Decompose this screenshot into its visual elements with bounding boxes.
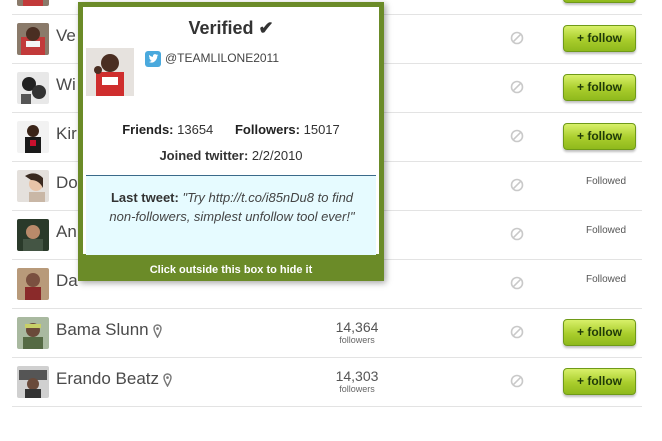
followed-status: Followed [586,176,627,187]
avatar[interactable] [17,0,49,6]
avatar[interactable] [17,268,49,300]
popup-avatar [86,48,134,96]
follow-button[interactable]: + follow [563,123,636,150]
user-name[interactable]: Ve [56,26,76,46]
user-name-text[interactable]: Erando Beatz [56,369,159,388]
follow-button[interactable]: + follow [563,319,636,346]
list-item: Bama Slunn 14,364 followers + follow [12,308,642,358]
follower-count: 14,303 followers [312,368,402,395]
list-item: Erando Beatz 14,303 followers + follow [12,357,642,407]
user-name[interactable]: Bama Slunn [56,320,162,340]
block-icon[interactable] [510,374,524,388]
twitter-icon [145,51,161,67]
follow-button[interactable]: + follow [563,368,636,395]
avatar[interactable] [17,72,49,104]
follower-count-label: followers [339,384,375,394]
block-icon[interactable] [510,80,524,94]
follower-count-value: 14,303 [335,368,379,384]
avatar[interactable] [17,219,49,251]
block-icon[interactable] [510,31,524,45]
location-pin-icon [163,372,172,387]
user-stats: Friends: 13654 Followers: 15017 [83,122,379,137]
user-name[interactable]: Da [56,271,78,291]
friends-label: Friends: [122,122,174,137]
block-icon[interactable] [510,227,524,241]
follow-button[interactable]: + follow [563,74,636,101]
last-tweet: Last tweet: "Try http://t.co/i85nDu8 to … [104,188,360,226]
follower-count: 14,364 followers [312,319,402,346]
user-name[interactable]: Wi [56,75,76,95]
follower-count-value: 14,364 [335,319,379,335]
twitter-handle[interactable]: @TEAMLILONE2011 [165,51,279,65]
user-name-text[interactable]: Bama Slunn [56,320,149,339]
follow-button[interactable]: + follow [563,25,636,52]
joined-value: 2/2/2010 [251,148,303,163]
avatar[interactable] [17,121,49,153]
user-name[interactable]: Do [56,173,78,193]
popup-body: Verified ✔ @TEAMLILONE2011 Friends: 1365… [83,7,379,255]
block-icon[interactable] [510,129,524,143]
user-name[interactable]: An [56,222,77,242]
avatar[interactable] [17,23,49,55]
user-name[interactable]: Kir [56,124,77,144]
joined-label: Joined twitter: [159,148,249,163]
joined-info: Joined twitter: 2/2/2010 [83,148,379,163]
followers-value: 15017 [303,122,340,137]
avatar[interactable] [17,170,49,202]
follow-button[interactable]: + follow [563,0,636,3]
last-tweet-box: Last tweet: "Try http://t.co/i85nDu8 to … [86,175,376,255]
location-pin-icon [152,323,162,338]
user-info-popup: Verified ✔ @TEAMLILONE2011 Friends: 1365… [78,2,384,281]
avatar[interactable] [17,366,49,398]
last-tweet-label: Last tweet: [110,190,179,205]
followed-status: Followed [586,274,627,285]
block-icon[interactable] [510,325,524,339]
followed-status: Followed [586,225,627,236]
user-name[interactable]: Erando Beatz [56,369,172,389]
avatar[interactable] [17,317,49,349]
block-icon[interactable] [510,178,524,192]
hide-popup-hint: Click outside this box to hide it [149,264,313,276]
friends-value: 13654 [177,122,214,137]
block-icon[interactable] [510,276,524,290]
verified-title: Verified ✔ [188,18,274,38]
followers-label: Followers: [234,122,300,137]
follower-count-label: followers [339,335,375,345]
